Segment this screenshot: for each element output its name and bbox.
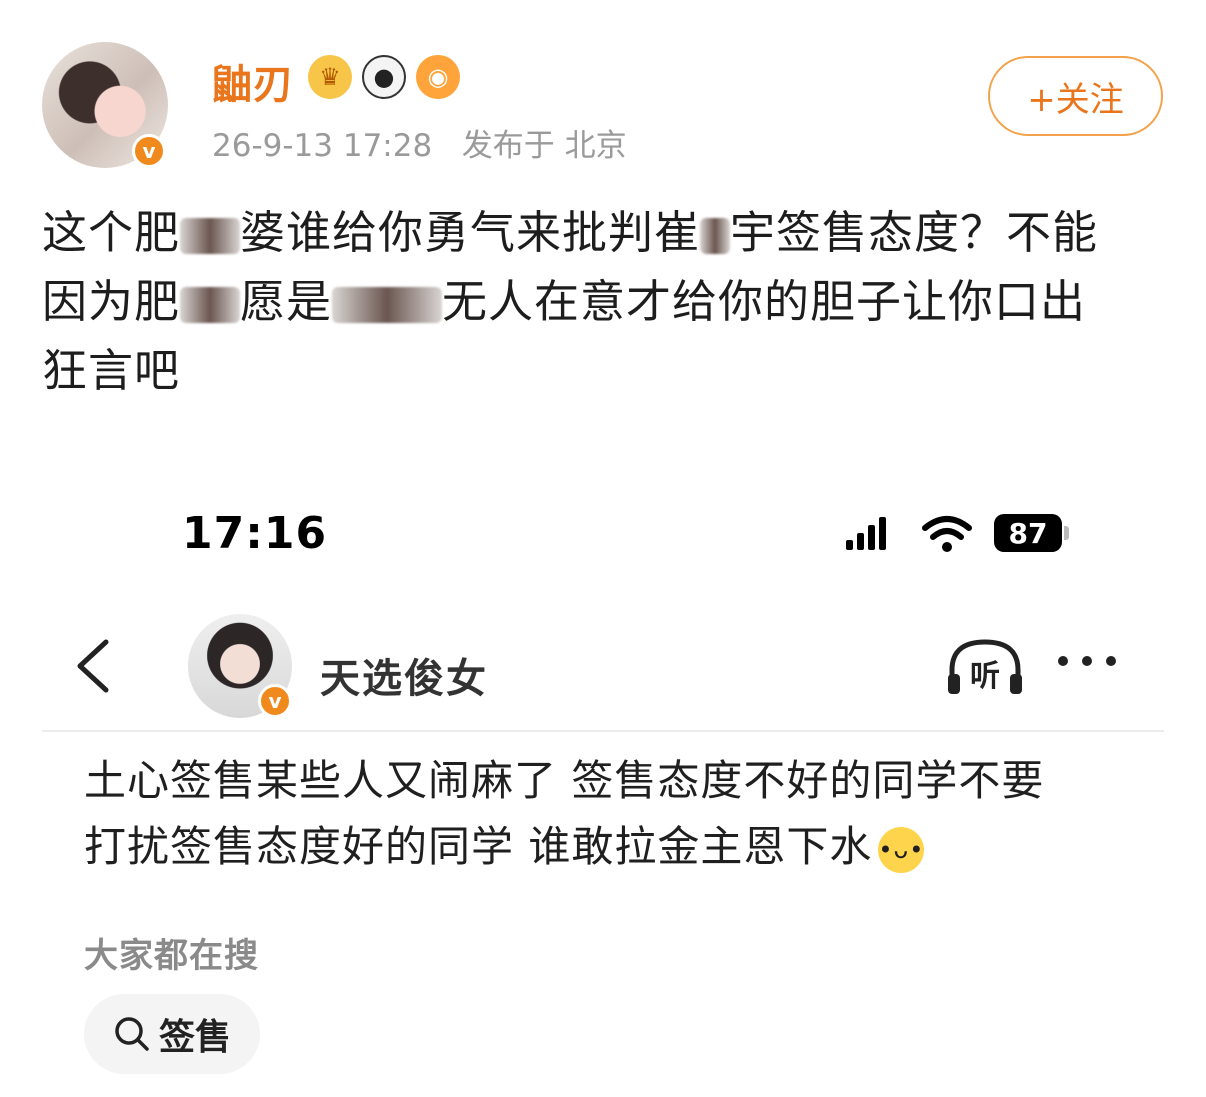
post-meta: 26-9-13 17:28 发布于 北京	[212, 120, 627, 165]
censor-blur	[332, 287, 443, 323]
signal-icon	[846, 516, 886, 550]
embedded-post-body: 土心签售某些人又闹麻了 签售态度不好的同学不要 打扰签售态度好的同学 谁敢拉金主…	[84, 748, 1164, 880]
battery-cap	[1064, 526, 1069, 540]
censor-blur	[180, 287, 241, 323]
post-text-segment: 狂言吧	[42, 344, 181, 397]
post-text-segment: 这个肥	[42, 206, 181, 259]
battery-indicator: 87	[994, 514, 1062, 552]
author-username[interactable]: 鼬刃	[212, 52, 294, 110]
headphones-icon[interactable]: 听	[944, 636, 1026, 698]
embedded-author-username[interactable]: 天选俊女	[320, 646, 488, 704]
censor-blur	[700, 218, 731, 254]
status-bar-time: 17:16	[182, 508, 328, 559]
post-timestamp: 26-9-13 17:28	[212, 128, 433, 164]
post-location: 发布于 北京	[461, 128, 627, 164]
crown-badge-icon[interactable]: ♛	[308, 55, 352, 99]
post-body: 这个肥 婆谁给你勇气来批判崔 宇签售态度？不能 因为肥 愿是 无人在意才给你的胆子让你口…	[42, 198, 1167, 405]
panda-badge-icon[interactable]: ●	[362, 55, 406, 99]
verified-badge: v	[132, 134, 166, 168]
post-text-segment: 因为肥	[42, 275, 181, 328]
header-divider	[42, 730, 1164, 732]
search-chip[interactable]: 签售	[84, 994, 260, 1074]
trending-search-caption: 大家都在搜	[84, 936, 259, 976]
search-chip-label: 签售	[158, 1017, 231, 1058]
embedded-post-line: 土心签售某些人又闹麻了 签售态度不好的同学不要	[84, 756, 1045, 805]
more-icon[interactable]	[1058, 656, 1116, 666]
embedded-verified-badge: v	[258, 684, 292, 718]
censor-blur	[180, 218, 241, 254]
search-icon	[115, 1017, 149, 1051]
post-text-segment: 愿是	[240, 275, 333, 328]
embedded-post-line: 打扰签售态度好的同学 谁敢拉金主恩下水	[84, 822, 873, 871]
wifi-icon	[922, 516, 972, 552]
fish-badge-icon[interactable]: ◉	[416, 55, 460, 99]
user-badges: ♛ ● ◉	[308, 55, 460, 99]
follow-button[interactable]: +关注	[988, 56, 1163, 136]
thinking-emoji-icon: •ᴗ•	[878, 826, 925, 873]
post-text-segment: 宇签售态度？不能	[730, 206, 1099, 259]
post-text-segment: 无人在意才给你的胆子让你口出	[442, 275, 1087, 328]
back-arrow-icon[interactable]	[72, 636, 112, 696]
listen-label: 听	[970, 659, 1000, 694]
post-text-segment: 婆谁给你勇气来批判崔	[240, 206, 701, 259]
